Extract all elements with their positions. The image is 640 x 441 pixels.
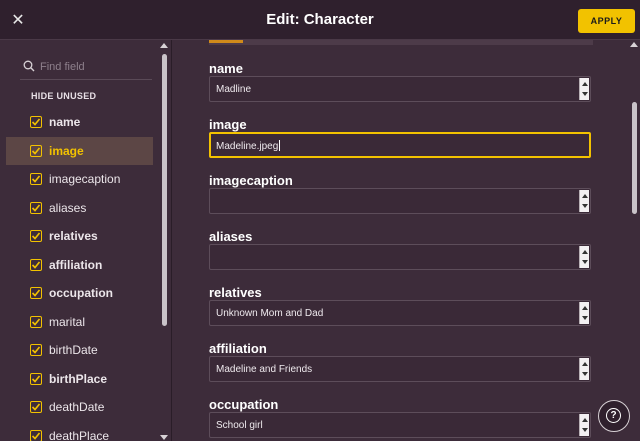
spin-up-icon[interactable] xyxy=(582,250,588,254)
sidebar-item-label: birthDate xyxy=(49,343,98,357)
occupation-input[interactable]: School girl xyxy=(209,412,591,438)
affiliation-input[interactable]: Madeline and Friends xyxy=(209,356,591,382)
sidebar-item-label: affiliation xyxy=(49,257,103,272)
image-input[interactable]: Madeline.jpeg xyxy=(209,132,591,158)
checkbox-checked-icon[interactable] xyxy=(30,372,42,385)
field-value: Madeline.jpeg xyxy=(216,140,281,152)
spin-up-icon[interactable] xyxy=(582,82,588,86)
sidebar-item-label: occupation xyxy=(49,286,114,300)
field-name-label: relatives xyxy=(209,285,262,300)
help-icon: ? xyxy=(606,408,621,423)
scrollbar-thumb[interactable] xyxy=(162,54,167,326)
sidebar-scrollbar[interactable] xyxy=(160,42,168,441)
field-name-label: imagecaption xyxy=(209,173,293,188)
sidebar-item-label: marital xyxy=(49,314,86,329)
sidebar-item-birthplace[interactable]: birthPlace xyxy=(6,365,153,394)
spin-down-icon[interactable] xyxy=(582,428,588,432)
resize-spinner[interactable] xyxy=(579,246,589,268)
sidebar-item-name[interactable]: name xyxy=(6,108,153,137)
checkbox-checked-icon[interactable] xyxy=(30,116,42,128)
checkbox-checked-icon[interactable] xyxy=(30,429,42,441)
relatives-input[interactable]: Unknown Mom and Dad xyxy=(209,300,591,326)
sidebar-item-aliases[interactable]: aliases xyxy=(6,194,153,223)
field-name-label: image xyxy=(209,117,247,132)
spin-down-icon[interactable] xyxy=(582,260,588,264)
aliases-input[interactable] xyxy=(209,244,591,270)
tab-bar xyxy=(209,40,593,45)
sidebar-item-imagecaption[interactable]: imagecaption xyxy=(6,165,153,194)
field-name-label: name xyxy=(209,61,243,76)
field-value: School girl xyxy=(216,420,263,431)
spin-down-icon[interactable] xyxy=(582,316,588,320)
field-value: Madline xyxy=(216,84,252,95)
checkbox-checked-icon[interactable] xyxy=(30,144,42,157)
sidebar-item-label: image xyxy=(49,143,84,158)
sidebar-item-label: aliases xyxy=(49,200,87,215)
sidebar-item-relatives[interactable]: relatives xyxy=(6,222,153,251)
scroll-down-arrow-icon[interactable] xyxy=(160,435,168,440)
sidebar-item-label: imagecaption xyxy=(49,172,121,186)
sidebar-item-label: deathPlace xyxy=(49,428,110,441)
scroll-up-arrow-icon[interactable] xyxy=(160,43,168,48)
field-form: name Madline image Madeline.jpeg imageca… xyxy=(173,40,640,441)
spin-up-icon[interactable] xyxy=(582,194,588,198)
field-value: Madeline and Friends xyxy=(216,364,313,375)
sidebar-item-label: relatives xyxy=(49,229,98,243)
dialog-title: Edit: Character xyxy=(266,11,374,28)
search-icon xyxy=(23,60,35,72)
form-scrollbar[interactable] xyxy=(629,40,639,441)
scroll-up-arrow-icon[interactable] xyxy=(630,42,638,47)
field-list: name image imagecaption aliases relative… xyxy=(6,108,154,441)
checkbox-checked-icon[interactable] xyxy=(30,201,42,214)
dialog-header: ✕ Edit: Character APPLY xyxy=(0,0,640,40)
spin-up-icon[interactable] xyxy=(582,418,588,422)
spin-down-icon[interactable] xyxy=(582,372,588,376)
sidebar-item-image[interactable]: image xyxy=(6,136,153,165)
help-button[interactable]: ? xyxy=(598,400,630,432)
checkbox-checked-icon[interactable] xyxy=(30,287,42,299)
name-input[interactable]: Madline xyxy=(209,76,591,102)
resize-spinner[interactable] xyxy=(579,358,589,380)
imagecaption-input[interactable] xyxy=(209,188,591,214)
checkbox-checked-icon[interactable] xyxy=(30,258,42,271)
spin-up-icon[interactable] xyxy=(582,362,588,366)
field-name-label: affiliation xyxy=(209,341,267,356)
field-value-text: Madeline.jpeg xyxy=(216,141,279,152)
sidebar-item-label: name xyxy=(49,115,81,129)
search-input[interactable] xyxy=(40,58,150,76)
field-sidebar: HIDE UNUSED name image imagecaption alia… xyxy=(0,40,172,441)
field-value: Unknown Mom and Dad xyxy=(216,308,324,319)
checkbox-checked-icon[interactable] xyxy=(30,230,42,242)
spin-down-icon[interactable] xyxy=(582,204,588,208)
sidebar-item-label: deathDate xyxy=(49,400,105,414)
sidebar-item-deathplace[interactable]: deathPlace xyxy=(6,422,153,441)
search-field xyxy=(20,58,152,80)
checkbox-checked-icon[interactable] xyxy=(30,344,42,356)
checkbox-checked-icon[interactable] xyxy=(30,173,42,185)
field-name-label: occupation xyxy=(209,397,279,412)
sidebar-item-birthdate[interactable]: birthDate xyxy=(6,336,153,365)
active-tab-indicator[interactable] xyxy=(209,40,243,43)
checkbox-checked-icon[interactable] xyxy=(30,315,42,328)
checkbox-checked-icon[interactable] xyxy=(30,401,42,413)
hide-unused-button[interactable]: HIDE UNUSED xyxy=(31,91,96,101)
resize-spinner[interactable] xyxy=(579,190,589,212)
spin-up-icon[interactable] xyxy=(582,306,588,310)
field-name-label: aliases xyxy=(209,229,253,244)
sidebar-item-occupation[interactable]: occupation xyxy=(6,279,153,308)
apply-button[interactable]: APPLY xyxy=(578,9,635,33)
sidebar-item-affiliation[interactable]: affiliation xyxy=(6,251,153,280)
resize-spinner[interactable] xyxy=(579,414,589,436)
sidebar-item-marital[interactable]: marital xyxy=(6,308,153,337)
resize-spinner[interactable] xyxy=(579,78,589,100)
sidebar-item-label: birthPlace xyxy=(49,371,108,386)
resize-spinner[interactable] xyxy=(579,302,589,324)
sidebar-item-deathdate[interactable]: deathDate xyxy=(6,393,153,422)
scrollbar-thumb[interactable] xyxy=(632,102,637,214)
text-caret xyxy=(279,140,281,151)
spin-down-icon[interactable] xyxy=(582,92,588,96)
